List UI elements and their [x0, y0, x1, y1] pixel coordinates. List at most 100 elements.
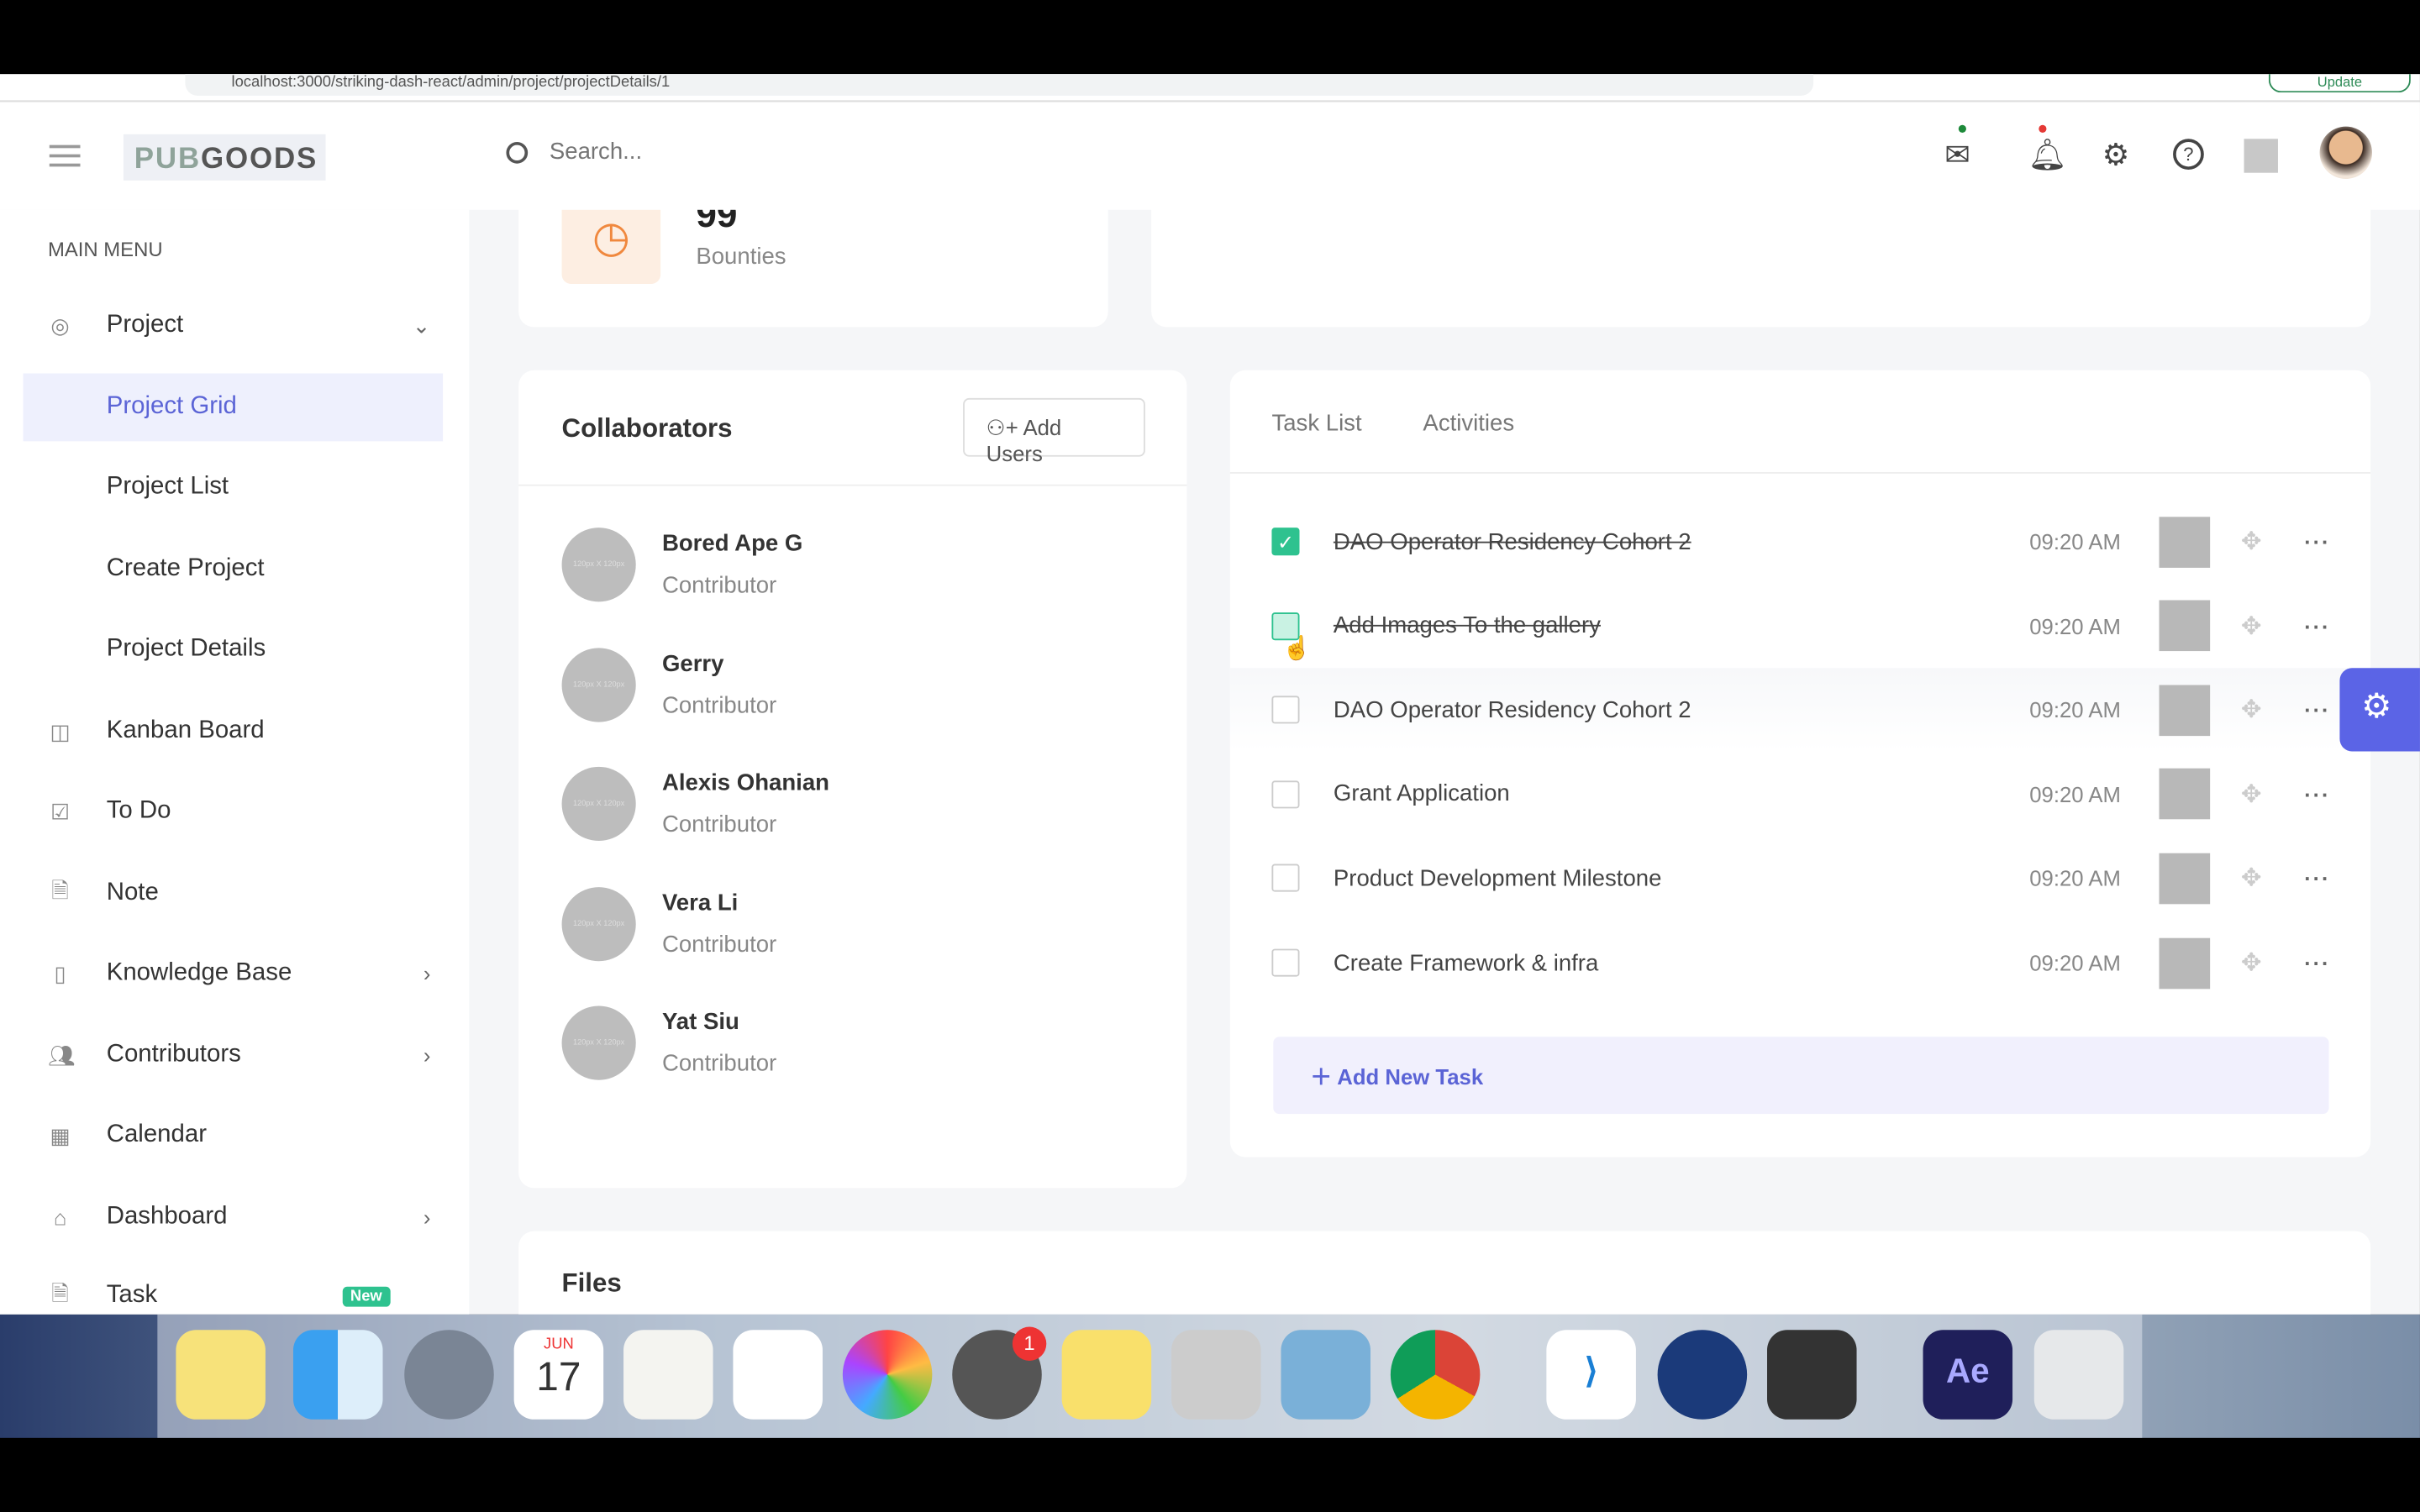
- sidebar-item-contributors[interactable]: 👥︎ Contributors ›: [24, 1021, 444, 1089]
- gear-icon[interactable]: ⚙: [2102, 136, 2130, 175]
- collaborator-item[interactable]: 120px X 120px Vera Li Contributor: [561, 886, 777, 961]
- more-icon[interactable]: ···: [2304, 698, 2330, 722]
- collaborator-item[interactable]: 120px X 120px Alexis Ohanian Contributor: [561, 766, 829, 842]
- task-checkbox[interactable]: [1271, 780, 1300, 809]
- more-icon[interactable]: ···: [2304, 529, 2330, 554]
- logo[interactable]: PUBGOODS: [123, 134, 326, 181]
- dock-quicktime-icon[interactable]: [1657, 1330, 1748, 1420]
- move-icon[interactable]: ✥: [2241, 948, 2262, 979]
- sidebar-item-project-details[interactable]: Project Details: [24, 616, 444, 684]
- search-icon: [506, 141, 529, 164]
- settings-fab[interactable]: ⚙: [2339, 668, 2420, 752]
- label: Add New Task: [1337, 1064, 1484, 1089]
- avatar[interactable]: [2319, 126, 2373, 180]
- avatar: 120px X 120px: [561, 647, 636, 722]
- update-button[interactable]: Update: [2268, 74, 2411, 93]
- task-name: Create Framework & infra: [1333, 949, 1599, 976]
- dock-after-effects-icon[interactable]: Ae: [1923, 1330, 2013, 1420]
- menu-icon[interactable]: [49, 144, 81, 167]
- dock-textedit-icon[interactable]: [623, 1330, 713, 1420]
- divider: [1229, 472, 2371, 474]
- task-time: 09:20 AM: [2029, 697, 2121, 722]
- file-icon: 🗎: [51, 1280, 69, 1305]
- search-input[interactable]: [549, 139, 1013, 165]
- task-thumbnail: [2159, 684, 2211, 736]
- sidebar-item-calendar[interactable]: ▦ Calendar: [24, 1101, 444, 1169]
- bell-icon[interactable]: 🔔︎: [2028, 136, 2067, 175]
- more-icon[interactable]: ···: [2304, 950, 2330, 974]
- sidebar-item-note[interactable]: 🗎 Note: [24, 859, 444, 927]
- move-icon[interactable]: ✥: [2241, 779, 2262, 810]
- task-checkbox[interactable]: [1271, 864, 1300, 893]
- calendar-icon: ▦: [50, 1122, 71, 1147]
- task-checkbox[interactable]: [1271, 696, 1300, 724]
- task-time: 09:20 AM: [2029, 613, 2121, 638]
- sidebar-item-kanban[interactable]: ◫ Kanban Board: [24, 697, 444, 765]
- sidebar-item-task[interactable]: 🗎 Task New: [24, 1262, 444, 1314]
- sidebar-item-todo[interactable]: ☑ To Do: [24, 778, 444, 846]
- avatar: 120px X 120px: [561, 766, 636, 842]
- chevron-right-icon: ›: [423, 1205, 431, 1230]
- task-time: 09:20 AM: [2029, 866, 2121, 891]
- tab-task-list[interactable]: Task List: [1271, 411, 1361, 437]
- dock-finalcut-icon[interactable]: [1767, 1330, 1857, 1420]
- label: Create Project: [106, 555, 265, 582]
- move-icon[interactable]: ✥: [2241, 695, 2262, 726]
- sidebar-item-project-list[interactable]: Project List: [24, 454, 444, 522]
- label: Kanban Board: [106, 717, 265, 744]
- collaborator-item[interactable]: 120px X 120px Bored Ape G Contributor: [561, 528, 802, 602]
- tab-activities[interactable]: Activities: [1423, 411, 1514, 437]
- checkbox-icon: ☑: [50, 798, 71, 823]
- flag-icon[interactable]: [2244, 139, 2278, 173]
- add-new-task-button[interactable]: ＋ Add New Task: [1273, 1037, 2329, 1115]
- more-icon[interactable]: ···: [2304, 613, 2330, 638]
- sidebar-item-dashboard[interactable]: ⌂ Dashboard ›: [24, 1184, 444, 1252]
- label: Project: [106, 312, 184, 339]
- home-icon: ⌂: [53, 1205, 67, 1230]
- collaborator-item[interactable]: 120px X 120px Gerry Contributor: [561, 647, 776, 722]
- collaborator-role: Contributor: [661, 931, 777, 958]
- sidebar-item-create-project[interactable]: Create Project: [24, 535, 444, 603]
- dock-launchpad-icon[interactable]: [404, 1330, 494, 1420]
- files-card: Files: [518, 1231, 2371, 1315]
- dock-notes-icon[interactable]: [176, 1330, 266, 1420]
- sidebar-item-knowledge-base[interactable]: ▯ Knowledge Base ›: [24, 940, 444, 1008]
- move-icon[interactable]: ✥: [2241, 611, 2262, 642]
- dock-reminders-icon[interactable]: [733, 1330, 823, 1420]
- notification-badge: 1: [1012, 1326, 1047, 1361]
- move-icon[interactable]: ✥: [2241, 863, 2262, 894]
- task-checkbox[interactable]: ✓: [1271, 528, 1300, 556]
- label: Project Grid: [106, 393, 237, 420]
- collaborator-item[interactable]: 120px X 120px Yat Siu Contributor: [561, 1005, 776, 1080]
- sidebar-item-project[interactable]: ◎ Project ⌄: [24, 291, 444, 360]
- dock-preview-icon[interactable]: [1281, 1330, 1370, 1420]
- sidebar-section-title: MAIN MENU: [47, 237, 163, 261]
- add-user-icon: ⚇+: [986, 415, 1023, 440]
- dock-stickies-icon[interactable]: [1061, 1330, 1152, 1420]
- sidebar-item-project-grid[interactable]: Project Grid: [23, 373, 444, 442]
- dock-finder-icon[interactable]: [292, 1330, 383, 1420]
- dock-chrome-icon[interactable]: [1390, 1330, 1481, 1420]
- task-card: Task List Activities ✓ DAO Operator Resid…: [1229, 370, 2373, 1158]
- dock-app-icon[interactable]: [1171, 1330, 1261, 1420]
- dock-calendar-icon[interactable]: JUN 17: [513, 1330, 604, 1420]
- label: Knowledge Base: [106, 959, 292, 986]
- add-users-button[interactable]: ⚇+ Add Users: [963, 397, 1145, 466]
- dock-trash-icon[interactable]: [2033, 1330, 2124, 1420]
- mail-icon[interactable]: ✉: [1944, 136, 1970, 175]
- address-bar[interactable]: localhost:3000/striking-dash-react/admin…: [185, 74, 1814, 96]
- target-icon: ◎: [50, 312, 70, 338]
- more-icon[interactable]: ···: [2304, 866, 2330, 890]
- collaborator-role: Contributor: [661, 811, 777, 838]
- help-icon[interactable]: ?: [2173, 139, 2204, 171]
- collaborators-title: Collaborators: [561, 413, 733, 444]
- dock-vscode-icon[interactable]: ⟩: [1546, 1330, 1636, 1420]
- more-icon[interactable]: ···: [2304, 782, 2330, 806]
- gear-icon: ⚙: [2361, 686, 2392, 726]
- calendar-day: 17: [536, 1352, 581, 1399]
- dock-photos-icon[interactable]: [842, 1330, 933, 1420]
- task-checkbox[interactable]: [1271, 948, 1300, 977]
- label: Project List: [106, 473, 229, 501]
- task-name: Product Development Milestone: [1333, 865, 1662, 892]
- move-icon[interactable]: ✥: [2241, 526, 2262, 557]
